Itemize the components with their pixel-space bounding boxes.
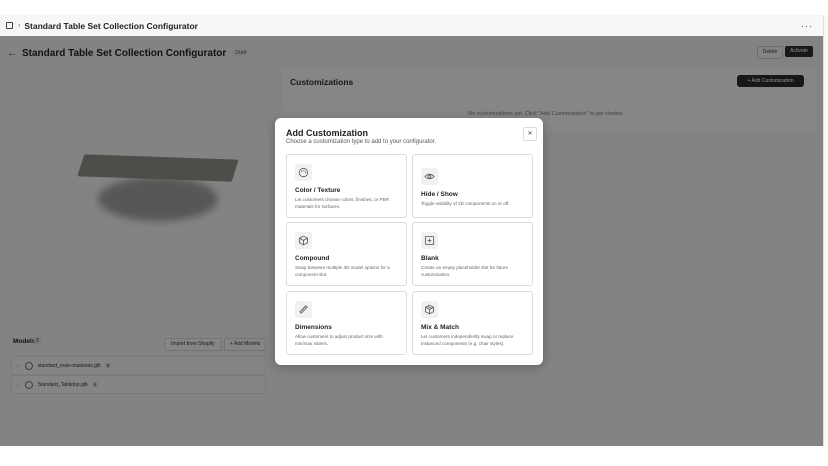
option-title: Hide / Show: [421, 191, 458, 198]
app-topbar: › Standard Table Set Collection Configur…: [0, 15, 823, 37]
option-description: Let customers choose colors, finishes, o…: [295, 197, 389, 209]
palette-icon: [295, 164, 312, 181]
sidebar-toggle-icon[interactable]: [6, 22, 13, 29]
option-description: Create an empty placeholder slot for fut…: [421, 265, 509, 277]
option-title: Color / Texture: [295, 187, 341, 194]
page-bottom-margin: [0, 446, 828, 466]
add-customization-dialog: Add Customization Choose a customization…: [275, 118, 543, 365]
option-dimensions[interactable]: Dimensions Allow customers to adjust pro…: [286, 291, 407, 355]
option-description: Toggle visibility of 3D components on or…: [421, 201, 510, 206]
cube-icon: [295, 232, 312, 249]
close-icon[interactable]: ✕: [523, 127, 537, 141]
breadcrumb-chevron-icon: ›: [18, 22, 21, 29]
option-color-texture[interactable]: Color / Texture Let customers choose col…: [286, 154, 407, 218]
option-description: Allow customers to adjust product size w…: [295, 334, 383, 346]
more-options-icon[interactable]: ···: [801, 21, 813, 31]
option-title: Mix & Match: [421, 324, 459, 331]
plus-square-icon: [421, 232, 438, 249]
option-compound[interactable]: Compound Swap between multiple 3D model …: [286, 222, 407, 286]
eye-icon: [421, 168, 438, 185]
option-mix-match[interactable]: Mix & Match Let customers independently …: [412, 291, 533, 355]
option-title: Dimensions: [295, 324, 332, 331]
option-blank[interactable]: Blank Create an empty placeholder slot f…: [412, 222, 533, 286]
option-title: Compound: [295, 255, 330, 262]
ruler-icon: [295, 301, 312, 318]
option-description: Swap between multiple 3D model options f…: [295, 265, 390, 277]
option-title: Blank: [421, 255, 439, 262]
page-scrollbar[interactable]: [823, 15, 828, 446]
package-icon: [421, 301, 438, 318]
option-hide-show[interactable]: Hide / Show Toggle visibility of 3D comp…: [412, 154, 533, 218]
option-description: Let customers independently swap or repl…: [421, 334, 514, 346]
dialog-subtitle: Choose a customization type to add to yo…: [286, 139, 437, 145]
dialog-title: Add Customization: [286, 128, 368, 138]
breadcrumb-title: Standard Table Set Collection Configurat…: [24, 20, 198, 31]
